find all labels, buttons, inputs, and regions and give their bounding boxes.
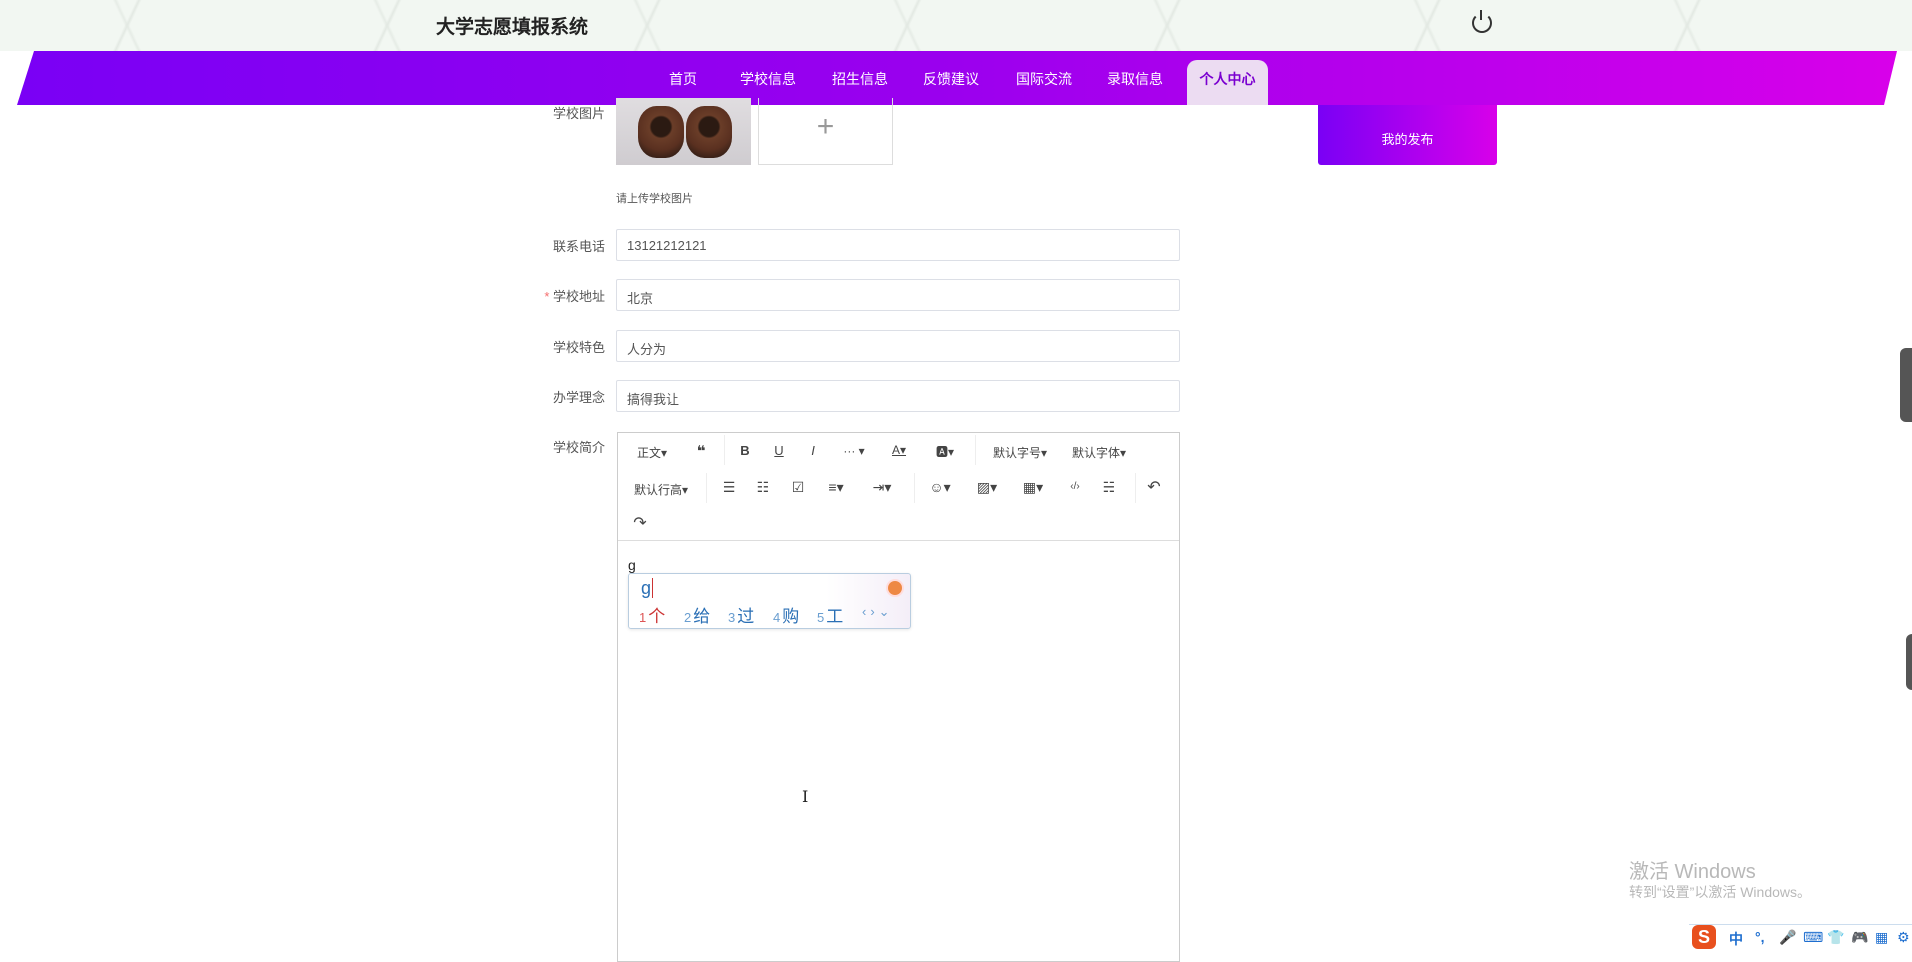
ime-candidate[interactable]: 5工 <box>817 602 843 627</box>
header: 大学志愿填报系统 <box>0 0 1912 51</box>
undo-icon[interactable]: ↶ <box>1147 477 1160 497</box>
paragraph-dropdown[interactable]: 正文▾ <box>637 444 667 461</box>
address-label: 学校地址 <box>544 286 605 305</box>
main-nav: 首页 学校信息 招生信息 反馈建议 国际交流 录取信息 个人中心 <box>17 51 1897 105</box>
font-color-icon[interactable]: A▾ <box>892 443 906 457</box>
ime-candidate-popup: g 1个 2给 3过 4购 5工 ‹›⌄ <box>628 573 911 629</box>
skin-icon[interactable]: 👕 <box>1827 929 1844 946</box>
line-height-dropdown[interactable]: 默认行高▾ <box>634 481 688 498</box>
ime-candidate[interactable]: 4购 <box>773 602 799 627</box>
my-posts-button[interactable]: 我的发布 <box>1318 105 1497 165</box>
phone-input[interactable]: 13121212121 <box>616 229 1180 261</box>
feature-input[interactable]: 人分为 <box>616 330 1180 362</box>
intro-label: 学校简介 <box>552 440 605 455</box>
font-size-dropdown[interactable]: 默认字号▾ <box>993 444 1047 461</box>
power-icon[interactable] <box>1472 10 1492 33</box>
nav-school-info[interactable]: 学校信息 <box>740 69 796 89</box>
ime-candidate[interactable]: 2给 <box>684 602 710 627</box>
bold-icon[interactable]: B <box>740 443 749 458</box>
italic-icon[interactable]: I <box>811 443 815 458</box>
todo-icon[interactable]: ☑ <box>792 479 805 496</box>
scroll-handle[interactable] <box>1906 634 1912 690</box>
game-icon[interactable]: 🎮 <box>1851 929 1868 946</box>
nav-personal-center-label: 个人中心 <box>1199 71 1256 87</box>
ime-candidate[interactable]: 1个 <box>639 602 665 627</box>
ime-input: g <box>641 578 654 598</box>
sogou-logo-icon[interactable]: S <box>1692 925 1716 949</box>
divider-icon[interactable]: ☵ <box>1103 479 1116 496</box>
activation-watermark-text: 转到“设置”以激活 Windows。 <box>1629 884 1812 900</box>
underline-icon[interactable]: U <box>774 443 783 458</box>
numbered-list-icon[interactable]: ☷ <box>757 479 770 496</box>
ime-mode-toggle[interactable]: 中 <box>1729 929 1743 949</box>
rich-text-editor[interactable]: 正文▾ ❝ B U I ··· ▾ A▾ 🅰▾ 默认字号▾ 默认字体▾ 默认行高… <box>617 432 1180 962</box>
nav-home[interactable]: 首页 <box>669 69 697 89</box>
punctuation-toggle[interactable]: °, <box>1755 929 1765 945</box>
settings-icon[interactable]: ⚙ <box>1897 929 1910 946</box>
more-icon[interactable]: ··· ▾ <box>843 444 864 458</box>
align-icon[interactable]: ≡▾ <box>828 479 843 496</box>
image-icon[interactable]: ▨▾ <box>977 479 997 496</box>
activation-watermark-title: 激活 Windows <box>1629 861 1756 883</box>
ime-candidate[interactable]: 3过 <box>728 602 754 627</box>
philosophy-input[interactable]: 搞得我让 <box>616 380 1180 412</box>
background-color-icon[interactable]: 🅰▾ <box>936 443 954 460</box>
nav-admissions[interactable]: 招生信息 <box>832 69 888 89</box>
apps-icon[interactable]: ▦ <box>1875 929 1888 946</box>
indent-icon[interactable]: ⇥▾ <box>873 479 892 496</box>
quote-icon[interactable]: ❝ <box>697 442 706 460</box>
nav-feedback[interactable]: 反馈建议 <box>923 69 979 89</box>
code-icon[interactable]: ‹/› <box>1070 481 1079 492</box>
nav-international[interactable]: 国际交流 <box>1016 69 1072 89</box>
nav-enrollment[interactable]: 录取信息 <box>1107 69 1163 89</box>
nav-personal-center[interactable]: 个人中心 <box>1187 60 1268 105</box>
editor-toolbar: 正文▾ ❝ B U I ··· ▾ A▾ 🅰▾ 默认字号▾ 默认字体▾ 默认行高… <box>618 433 1179 541</box>
editor-content[interactable]: g <box>628 557 636 573</box>
app-title: 大学志愿填报系统 <box>436 17 589 38</box>
image-label: 学校图片 <box>552 106 605 121</box>
ime-page-nav[interactable]: ‹›⌄ <box>862 604 894 620</box>
table-icon[interactable]: ▦▾ <box>1023 479 1043 496</box>
philosophy-label: 办学理念 <box>552 390 605 405</box>
text-cursor-icon: I <box>802 787 809 806</box>
school-image-thumbnail[interactable] <box>616 98 751 165</box>
upload-hint: 请上传学校图片 <box>616 193 693 205</box>
phone-label: 联系电话 <box>552 239 605 254</box>
upload-image-button[interactable]: + <box>758 98 893 165</box>
redo-icon[interactable]: ↷ <box>633 513 646 533</box>
ime-logo-icon <box>886 579 904 597</box>
scroll-handle[interactable] <box>1900 348 1912 422</box>
keyboard-icon[interactable]: ⌨ <box>1803 929 1823 946</box>
feature-label: 学校特色 <box>552 340 605 355</box>
ime-toolbar: S 中 °, 🎤 ⌨ 👕 🎮 ▦ ⚙ <box>1689 924 1912 950</box>
bulleted-list-icon[interactable]: ☰ <box>723 479 736 496</box>
address-input[interactable]: 北京 <box>616 279 1180 311</box>
font-family-dropdown[interactable]: 默认字体▾ <box>1072 444 1126 461</box>
emoji-icon[interactable]: ☺▾ <box>929 479 950 496</box>
microphone-icon[interactable]: 🎤 <box>1779 929 1796 946</box>
